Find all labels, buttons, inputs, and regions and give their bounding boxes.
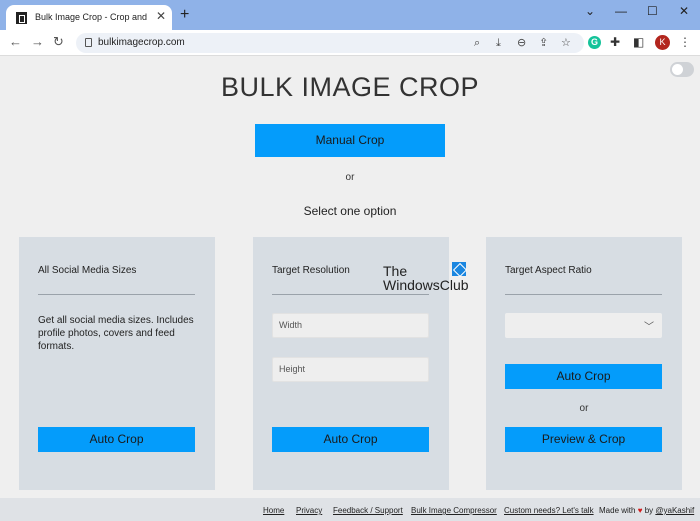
select-option-heading: Select one option (303, 204, 397, 218)
watermark-text: WindowsClub (383, 277, 469, 293)
card-description: Get all social media sizes. Includes pro… (38, 315, 194, 352)
back-icon[interactable]: ← (9, 35, 22, 49)
or-separator: or (579, 403, 589, 414)
or-separator: or (345, 172, 355, 183)
aspect-auto-crop-button[interactable]: Auto Crop (505, 364, 662, 389)
browser-tab-bar: Bulk Image Crop - Crop and Resi ✕ + ⌄ — … (0, 0, 700, 30)
page-footer: Home Privacy Feedback / Support Bulk Ima… (0, 498, 700, 521)
footer-link-feedback[interactable]: Feedback / Support (333, 506, 403, 515)
heart-icon: ♥ (637, 506, 643, 515)
url-text: bulkimagecrop.com (98, 37, 185, 48)
page-title: BULK IMAGE CROP (220, 72, 480, 102)
made-with-text: Made with (599, 506, 636, 515)
width-input[interactable]: Width (272, 313, 429, 338)
window-close-icon[interactable]: ✕ (679, 5, 689, 17)
made-with-credit: Made with ♥ by @yaKashif (599, 506, 694, 515)
address-bar[interactable]: bulkimagecrop.com ⌕ ⤓ ⊖ ⇪ ☆ (76, 33, 584, 53)
profile-avatar[interactable]: K (655, 35, 670, 50)
manual-crop-button[interactable]: Manual Crop (255, 124, 445, 157)
zoom-icon[interactable]: ⊖ (517, 37, 526, 49)
tab-close-icon[interactable]: ✕ (156, 10, 166, 22)
chevron-down-icon: ﹀ (644, 322, 654, 333)
forward-icon[interactable]: → (31, 35, 44, 49)
card-social-media-sizes: All Social Media Sizes Get all social me… (19, 237, 215, 490)
tab-search-chevron-icon[interactable]: ⌄ (585, 5, 595, 17)
watermark-logo-icon (452, 262, 466, 276)
card-title: All Social Media Sizes (38, 265, 137, 276)
card-target-aspect-ratio: Target Aspect Ratio ﹀ Auto Crop or Previ… (486, 237, 682, 490)
divider (272, 294, 429, 295)
author-link[interactable]: @yaKashif (655, 506, 694, 515)
extensions-puzzle-icon[interactable]: ✚ (610, 35, 620, 49)
height-input[interactable]: Height (272, 357, 429, 382)
new-tab-icon[interactable]: + (180, 7, 189, 23)
browser-menu-icon[interactable]: ⋮ (679, 35, 691, 49)
card-target-resolution: Target Resolution Width Height Auto Crop (253, 237, 449, 490)
social-auto-crop-button[interactable]: Auto Crop (38, 427, 195, 452)
resolution-auto-crop-button[interactable]: Auto Crop (272, 427, 429, 452)
minimize-icon[interactable]: — (615, 5, 627, 17)
lock-icon (85, 38, 92, 47)
reload-icon[interactable]: ↻ (53, 35, 64, 49)
footer-link-bulk-image-compressor[interactable]: Bulk Image Compressor (411, 506, 497, 515)
tab-title: Bulk Image Crop - Crop and Resi (35, 12, 147, 22)
divider (505, 294, 662, 295)
install-app-icon[interactable]: ⤓ (496, 37, 501, 49)
divider (38, 294, 195, 295)
by-text: by (644, 506, 654, 515)
footer-link-custom-needs[interactable]: Custom needs? Let's talk (504, 506, 594, 515)
google-lens-icon[interactable]: ⌕ (474, 37, 480, 49)
grammarly-extension-icon[interactable]: G (588, 36, 601, 49)
card-title: Target Resolution (272, 265, 350, 276)
maximize-icon[interactable]: ☐ (647, 5, 658, 17)
card-title: Target Aspect Ratio (505, 265, 592, 276)
side-panel-icon[interactable]: ◧ (633, 35, 644, 49)
aspect-ratio-select[interactable]: ﹀ (505, 313, 662, 338)
footer-link-home[interactable]: Home (263, 506, 284, 515)
browser-tab[interactable]: Bulk Image Crop - Crop and Resi ✕ (6, 5, 172, 30)
share-icon[interactable]: ⇪ (539, 37, 548, 49)
bookmark-star-icon[interactable]: ☆ (561, 37, 571, 49)
footer-link-privacy[interactable]: Privacy (296, 506, 322, 515)
site-favicon-icon (16, 12, 27, 24)
preview-crop-button[interactable]: Preview & Crop (505, 427, 662, 452)
